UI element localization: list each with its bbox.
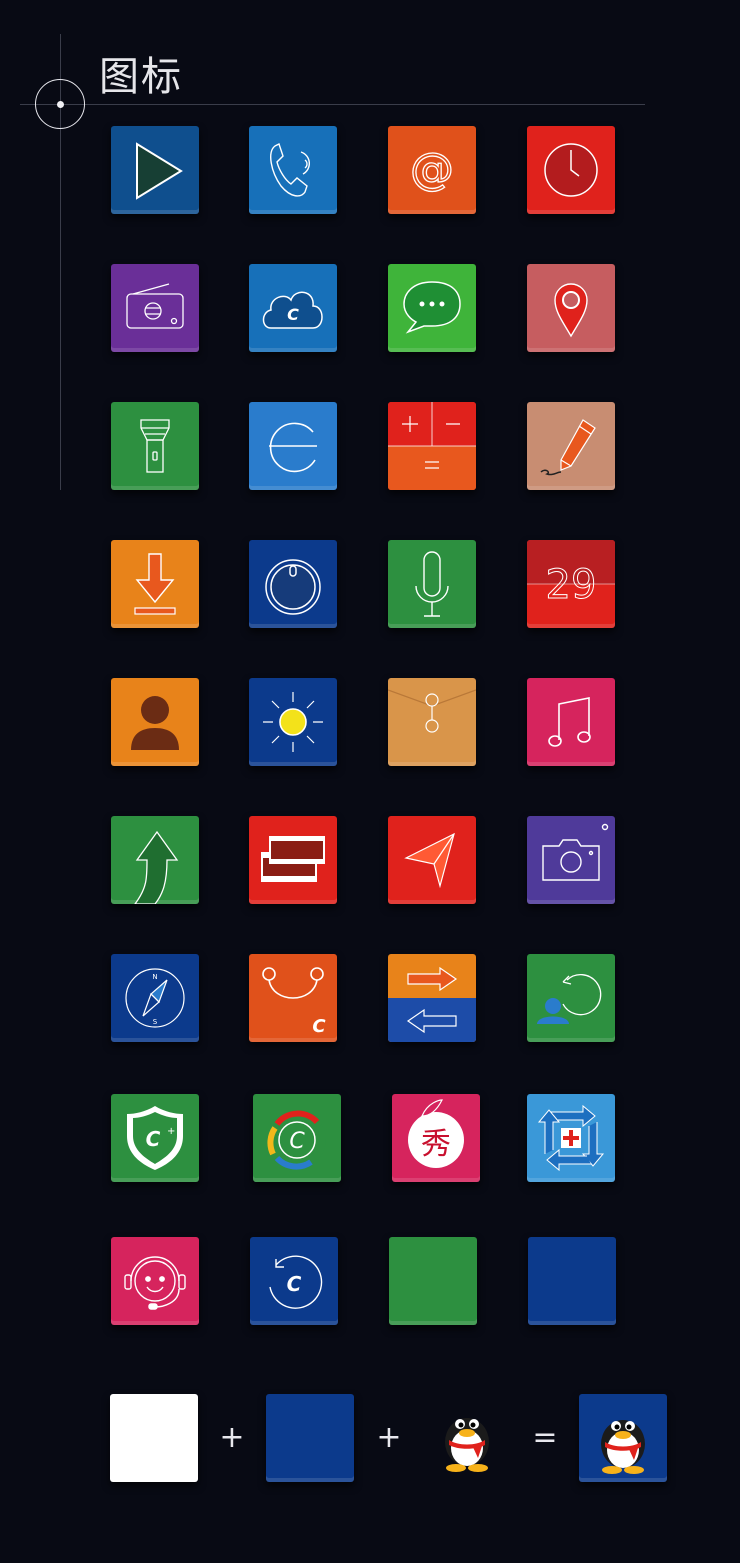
envelope-file-icon[interactable] [388, 678, 476, 766]
brightness-icon[interactable] [249, 678, 337, 766]
music-icon[interactable] [527, 678, 615, 766]
svg-text:C: C [287, 305, 299, 324]
svg-text:29: 29 [546, 562, 597, 608]
contact-icon[interactable] [111, 678, 199, 766]
decorative-dot [57, 101, 64, 108]
camera-icon[interactable] [527, 816, 615, 904]
flashlight-icon[interactable] [111, 402, 199, 490]
plus-sign-1: + [219, 1420, 245, 1455]
power-icon[interactable] [249, 540, 337, 628]
app-logo-icon[interactable]: C [253, 1094, 341, 1182]
svg-text:C: C [146, 1127, 161, 1151]
plus-sign-2: + [376, 1420, 402, 1455]
svg-text:C: C [289, 1129, 305, 1154]
qq-result-tile[interactable] [579, 1394, 667, 1482]
equals-sign: = [532, 1420, 558, 1455]
blue-blank-tile[interactable] [528, 1237, 616, 1325]
blue-tile [266, 1394, 354, 1482]
backup-restore-icon[interactable]: C [250, 1237, 338, 1325]
white-tile [110, 1394, 198, 1482]
support-headset-icon[interactable] [111, 1237, 199, 1325]
navigation-arrow-icon[interactable] [111, 816, 199, 904]
decorative-horizontal-line [20, 104, 645, 105]
repair-icon[interactable] [527, 1094, 615, 1182]
xiu-icon[interactable]: 秀 [392, 1094, 480, 1182]
message-icon[interactable] [388, 264, 476, 352]
page-title: 图标 [99, 54, 183, 100]
svg-text:C: C [312, 1016, 326, 1037]
microphone-icon[interactable] [388, 540, 476, 628]
svg-text:S: S [153, 1018, 158, 1026]
svg-text:C: C [287, 1272, 302, 1296]
film-icon[interactable] [249, 816, 337, 904]
radio-icon[interactable] [111, 264, 199, 352]
green-blank-tile[interactable] [389, 1237, 477, 1325]
user-sync-icon[interactable] [527, 954, 615, 1042]
transfer-icon[interactable] [388, 954, 476, 1042]
svg-text:+: + [167, 1126, 175, 1137]
cloud-icon[interactable]: C [249, 264, 337, 352]
download-icon[interactable] [111, 540, 199, 628]
shopping-bag-icon[interactable]: C [249, 954, 337, 1042]
clock-icon[interactable] [527, 126, 615, 214]
calculator-icon[interactable] [388, 402, 476, 490]
qq-penguin-icon [601, 1420, 645, 1474]
calendar-icon[interactable]: 29 [527, 540, 615, 628]
security-shield-icon[interactable]: C + [111, 1094, 199, 1182]
svg-text:N: N [152, 973, 157, 981]
location-pin-icon[interactable] [527, 264, 615, 352]
pencil-icon[interactable] [527, 402, 615, 490]
email-icon[interactable]: @ [388, 126, 476, 214]
browser-icon[interactable] [249, 402, 337, 490]
compass-icon[interactable]: N S [111, 954, 199, 1042]
svg-text:秀: 秀 [421, 1127, 451, 1162]
phone-icon[interactable] [249, 126, 337, 214]
svg-text:@: @ [410, 144, 454, 195]
send-icon[interactable] [388, 816, 476, 904]
qq-penguin-icon [445, 1418, 489, 1472]
play-icon[interactable] [111, 126, 199, 214]
